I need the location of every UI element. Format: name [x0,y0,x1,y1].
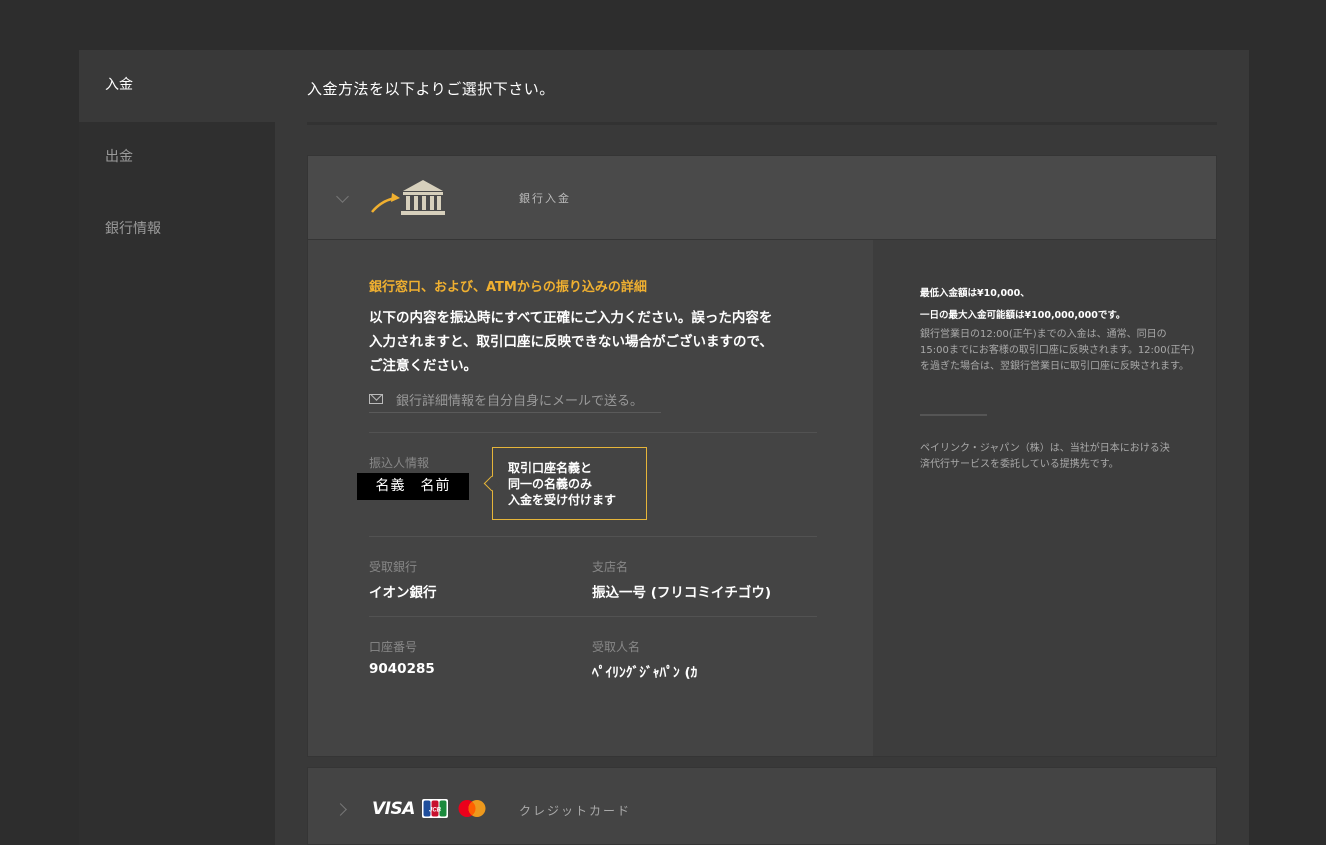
sidebar-item-bank-info[interactable]: 銀行情報 [79,194,275,266]
bank-value: イオン銀行 [369,585,437,601]
name-tooltip: 取引口座名義と 同一の名義のみ 入金を受け付けます [492,447,647,520]
svg-text:JCB: JCB [429,808,442,814]
email-link-text[interactable]: 銀行詳細情報を自分自身にメールで送る。 [396,390,643,409]
content-wrapper: 入金 出金 銀行情報 入金方法を以下よりご選択下さい。 銀行入金 銀行窓口、およ… [79,50,1249,845]
visa-logo-icon: VISA [372,799,415,819]
credit-card-title[interactable]: クレジットカード [519,802,631,819]
heading-divider [307,122,1217,125]
min-deposit-note: 最低入金額は¥10,000、 [920,288,1030,299]
intro-text: 以下の内容を振込時にすべて正確にご入力ください。誤った内容を 入力されますと、取… [369,306,809,378]
partner-note: ペイリンク・ジャパン（株）は、当社が日本における決済代行サービスを委託している提… [920,443,1170,470]
jcb-logo-icon: JCB [422,799,448,818]
remitter-label: 振込人情報 [369,456,430,470]
bank-deposit-header[interactable]: 銀行入金 [308,156,1216,240]
bank-deposit-panel: 銀行入金 銀行窓口、および、ATMからの振り込みの詳細 以下の内容を振込時にすべ… [307,155,1217,757]
page-title: 入金方法を以下よりご選択下さい。 [307,80,555,98]
bank-label: 受取銀行 [369,560,418,574]
bank-arrow-icon [371,180,445,215]
remitter-name-value: 名義 名前 [357,473,469,500]
account-number-value: 9040285 [369,661,435,677]
tooltip-line: 同一の名義のみ [508,477,593,491]
account-number-label: 口座番号 [369,640,418,654]
email-details-link[interactable]: 銀行詳細情報を自分自身にメールで送る。 [369,388,661,413]
divider [369,536,817,537]
timing-note: 銀行営業日の12:00(正午)までの入金は、通常、同日の15:00までにお客様の… [920,329,1195,372]
credit-card-panel[interactable]: VISA JCB クレジットカード [307,767,1217,845]
sidebar-item-deposit[interactable]: 入金 [79,50,275,122]
intro-line: 以下の内容を振込時にすべて正確にご入力ください。誤った内容を [369,310,773,326]
max-deposit-note: 一日の最大入金可能額は¥100,000,000です。 [920,310,1126,321]
deposit-notes: 最低入金額は¥10,000、 一日の最大入金可能額は¥100,000,000です… [873,240,1216,756]
sidebar: 入金 出金 銀行情報 [79,50,275,845]
sidebar-item-withdraw[interactable]: 出金 [79,122,275,194]
divider [369,432,817,433]
mastercard-logo-icon [458,800,486,817]
recipient-label: 受取人名 [592,640,641,654]
mail-icon[interactable] [369,394,383,404]
intro-line: 入力されますと、取引口座に反映できない場合がございますので、 [369,334,773,350]
chevron-down-icon[interactable] [336,190,349,203]
bank-deposit-title[interactable]: 銀行入金 [519,190,571,206]
main-content: 入金方法を以下よりご選択下さい。 銀行入金 銀行窓口、および、ATMからの振り込… [307,50,1217,845]
branch-label: 支店名 [592,560,629,574]
section-title: 銀行窓口、および、ATMからの振り込みの詳細 [369,280,647,295]
recipient-value: ﾍﾟｲﾘﾝｸﾞｼﾞｬﾊﾟﾝ (ｶ [592,665,698,681]
tooltip-line: 取引口座名義と [508,461,593,475]
notes-divider [920,414,987,416]
chevron-right-icon[interactable] [334,803,347,816]
tooltip-line: 入金を受け付けます [508,493,617,507]
bank-details: 銀行窓口、および、ATMからの振り込みの詳細 以下の内容を振込時にすべて正確にご… [308,240,873,756]
intro-line: ご注意ください。 [369,358,477,374]
divider [369,616,817,617]
branch-value: 振込一号 (フリコミイチゴウ) [592,585,772,601]
